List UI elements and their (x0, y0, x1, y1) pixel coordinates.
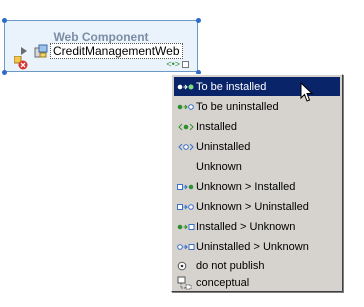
menu-item-installed-unknown[interactable]: Installed > Unknown (174, 217, 340, 236)
component-name-label[interactable]: CreditManagementWeb (50, 43, 183, 59)
menu-item-label: Unknown > Installed (196, 180, 296, 193)
menu-item-installed[interactable]: Installed (174, 117, 340, 136)
menu-item-label: To be installed (196, 80, 267, 93)
to-be-installed-icon (176, 81, 196, 93)
web-component-box[interactable]: Web Component CreditManagementWeb <•> (4, 20, 198, 72)
menu-item-unknown-installed[interactable]: Unknown > Installed (174, 177, 340, 196)
selection-handle[interactable] (2, 70, 7, 75)
installed-unknown-icon (176, 221, 196, 233)
menu-item-unknown-uninstalled[interactable]: Unknown > Uninstalled (174, 197, 340, 216)
unknown-uninstalled-icon (176, 201, 196, 213)
menu-item-label: Installed (196, 120, 237, 133)
menu-item-label: To be uninstalled (196, 100, 279, 113)
selection-handle[interactable] (2, 18, 7, 23)
component-row: CreditManagementWeb (21, 43, 183, 59)
menu-item-label: Uninstalled (196, 140, 251, 153)
expand-triangle-icon[interactable] (21, 47, 27, 55)
installed-status-icon[interactable]: <•> (166, 59, 189, 69)
installed-icon (176, 121, 196, 133)
uninstalled-icon (176, 141, 196, 153)
menu-item-label: do not publish (196, 259, 265, 272)
menu-item-label: Unknown (196, 160, 242, 173)
menu-item-uninstalled[interactable]: Uninstalled (174, 137, 340, 156)
web-project-icon (34, 44, 48, 58)
menu-item-unknown[interactable]: Unknown (174, 157, 340, 176)
selection-handle[interactable] (196, 18, 201, 23)
blank-icon (176, 161, 196, 173)
error-marker-icon (13, 55, 28, 70)
install-status-menu: To be installed To be uninstalled Instal… (171, 74, 343, 292)
component-type-title: Web Component (53, 30, 149, 44)
menu-item-label: Uninstalled > Unknown (196, 240, 309, 253)
uninstalled-unknown-icon (176, 241, 196, 253)
menu-item-to-be-installed[interactable]: To be installed (174, 77, 340, 96)
do-not-publish-icon (176, 260, 196, 272)
conceptual-icon (176, 276, 196, 289)
menu-item-label: Unknown > Uninstalled (196, 200, 309, 213)
to-be-uninstalled-icon (176, 101, 196, 113)
unknown-installed-icon (176, 181, 196, 193)
menu-item-label: Installed > Unknown (196, 220, 296, 233)
mouse-pointer-icon (300, 81, 314, 104)
menu-item-label: conceptual (196, 276, 250, 289)
menu-item-uninstalled-unknown[interactable]: Uninstalled > Unknown (174, 237, 340, 256)
menu-item-conceptual[interactable]: conceptual (174, 273, 340, 292)
menu-item-to-be-uninstalled[interactable]: To be uninstalled (174, 97, 340, 116)
